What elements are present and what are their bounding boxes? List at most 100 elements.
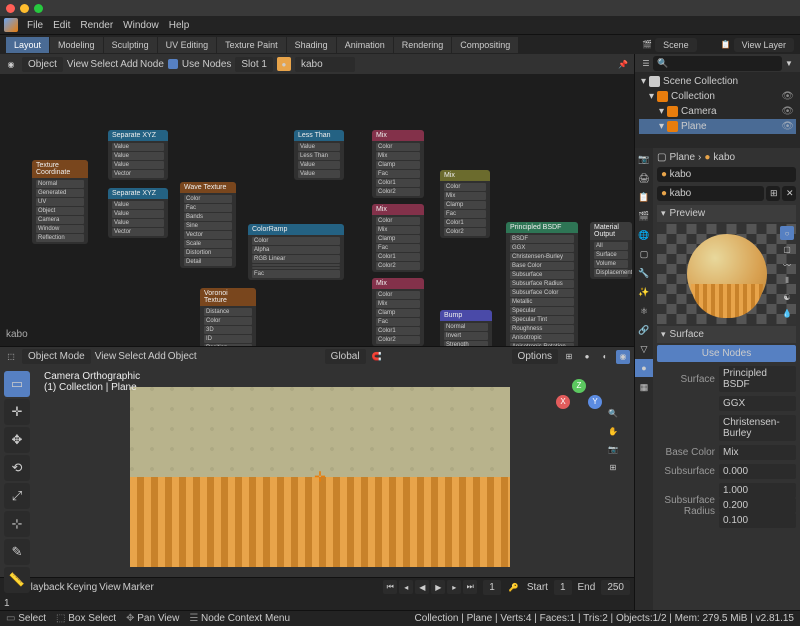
tab-render[interactable]: 📷 [635,150,653,168]
material-name-field[interactable]: kabo [295,57,355,72]
menu-view[interactable]: View [99,582,121,593]
base-color[interactable]: Mix [719,445,796,460]
end-frame[interactable]: 250 [601,580,630,595]
start-frame[interactable]: 1 [554,580,572,595]
pan-icon[interactable]: ✋ [606,425,620,439]
menu-add[interactable]: Add [120,59,138,70]
ssr-y[interactable]: 0.200 [719,498,796,513]
node-wave[interactable]: Wave TextureColorFacBandsSineVectorScale… [180,182,236,268]
preview-shaderball-icon[interactable]: ☯ [780,290,794,304]
preview-cloth-icon[interactable]: 〰 [780,258,794,272]
workspace-tab-shading[interactable]: Shading [287,37,336,53]
perspective-icon[interactable]: ⊞ [606,461,620,475]
node-sepxyz2[interactable]: Separate XYZValueValueValueVector [108,188,168,238]
node-output[interactable]: Material OutputAllSurfaceVolumeDisplacem… [590,222,632,279]
playhead[interactable]: 1 [4,598,630,609]
outliner-item-plane[interactable]: ▾Plane👁 [639,119,796,134]
tool-move[interactable]: ✥ [4,427,30,453]
menu-add[interactable]: Add [148,351,166,362]
snap-icon[interactable]: 🧲 [370,350,384,364]
material-name-field[interactable]: ● kabo [657,186,764,201]
shader-node-editor[interactable]: ◉ Object ViewSelectAddNode Use Nodes Slo… [0,54,634,347]
play-reverse-icon[interactable]: ◀ [415,580,429,594]
tab-world[interactable]: 🌐 [635,226,653,244]
tool-annotate[interactable]: ✎ [4,539,30,565]
tab-constraints[interactable]: 🔗 [635,321,653,339]
node-bump[interactable]: BumpNormalInvertStrengthDistanceHeightNo… [440,310,492,347]
ssr-x[interactable]: 1.000 [719,483,796,498]
tab-scene[interactable]: 🎬 [635,207,653,225]
tab-object[interactable]: ▢ [635,245,653,263]
tab-particles[interactable]: ✨ [635,283,653,301]
workspace-tab-compositing[interactable]: Compositing [452,37,518,53]
preview-plane-icon[interactable]: ▢ [780,242,794,256]
preview-fluid-icon[interactable]: 💧 [780,306,794,320]
tab-mesh[interactable]: ▽ [635,340,653,358]
menu-marker[interactable]: Marker [123,582,154,593]
workspace-tab-uv-editing[interactable]: UV Editing [158,37,217,53]
shading-material-icon[interactable]: ◐ [598,350,612,364]
auto-keyframe-icon[interactable]: 🔑 [507,580,521,594]
pin-icon[interactable]: 📌 [616,57,630,71]
menu-select[interactable]: Select [118,351,146,362]
tool-cursor[interactable]: ✛ [4,399,30,425]
menu-render[interactable]: Render [75,18,118,33]
timeline-track[interactable]: 1 [0,596,634,610]
jump-start-icon[interactable]: ⏮ [383,580,397,594]
menu-node[interactable]: Node [140,59,164,70]
current-frame[interactable]: 1 [483,580,501,595]
viewlayer-selector[interactable]: View Layer [734,38,794,52]
node-bsdf[interactable]: Principled BSDFBSDFGGXChristensen-Burley… [506,222,578,347]
use-nodes-button[interactable]: Use Nodes [657,345,796,362]
tab-material[interactable]: ● [635,359,653,377]
outliner-item-camera[interactable]: ▾Camera👁 [639,104,796,119]
node-texcoord[interactable]: Texture CoordinateNormalGeneratedUVObjec… [32,160,88,244]
use-nodes-checkbox[interactable] [168,59,178,69]
workspace-tab-animation[interactable]: Animation [337,37,393,53]
menu-view[interactable]: View [67,59,89,70]
close-window-icon[interactable] [6,4,15,13]
node-mix3[interactable]: MixColorMixClampFacColor1Color2 [372,278,424,346]
maximize-window-icon[interactable] [34,4,43,13]
workspace-tab-texture-paint[interactable]: Texture Paint [217,37,286,53]
outliner-scene-collection[interactable]: ▾ Scene Collection [639,74,796,89]
surface-panel-header[interactable]: ▾ Surface [657,326,796,343]
next-keyframe-icon[interactable]: ▸ [447,580,461,594]
new-material-icon[interactable]: ⊞ [766,186,780,201]
scene-selector[interactable]: Scene [655,38,697,52]
node-sepxyz1[interactable]: Separate XYZValueValueValueVector [108,130,168,180]
menu-select[interactable]: Select [90,59,118,70]
node-mix4[interactable]: MixColorMixClampFacColor1Color2 [440,170,490,238]
shader-type[interactable]: Object [22,57,63,72]
menu-keying[interactable]: Keying [67,582,98,593]
material-slot[interactable]: ● kabo [657,167,796,182]
node-mix1[interactable]: MixColorMixClampFacColor1Color2 [372,130,424,198]
mode-selector[interactable]: Object Mode [22,349,91,364]
shading-rendered-icon[interactable]: ◉ [616,350,630,364]
workspace-tab-rendering[interactable]: Rendering [394,37,452,53]
editor-type-icon[interactable]: ◉ [4,57,18,71]
tool-select[interactable]: ▭ [4,371,30,397]
unlink-material-icon[interactable]: ✕ [782,186,796,201]
preview-panel-header[interactable]: ▾ Preview [657,205,796,222]
subsurface-method[interactable]: Christensen-Burley [719,415,796,441]
tool-measure[interactable]: 📏 [4,567,30,593]
node-voronoi[interactable]: Voronoi TextureDistanceColor3DIDPosition… [200,288,256,347]
prev-keyframe-icon[interactable]: ◂ [399,580,413,594]
menu-help[interactable]: Help [164,18,195,33]
subsurface-value[interactable]: 0.000 [719,464,796,479]
breadcrumb-object[interactable]: Plane [669,152,695,163]
shading-wireframe-icon[interactable]: ⊞ [562,350,576,364]
menu-object[interactable]: Object [168,351,197,362]
surface-shader[interactable]: Principled BSDF [719,366,796,392]
tool-transform[interactable]: ⊹ [4,511,30,537]
menu-file[interactable]: File [22,18,48,33]
outliner-search[interactable]: 🔍 [653,56,782,71]
workspace-tab-layout[interactable]: Layout [6,37,49,53]
slot-selector[interactable]: Slot 1 [235,57,273,72]
distribution[interactable]: GGX [719,396,796,411]
minimize-window-icon[interactable] [20,4,29,13]
camera-icon[interactable]: 📷 [606,443,620,457]
zoom-icon[interactable]: 🔍 [606,407,620,421]
node-lt[interactable]: Less ThanValueLess ThanValueValue [294,130,344,180]
